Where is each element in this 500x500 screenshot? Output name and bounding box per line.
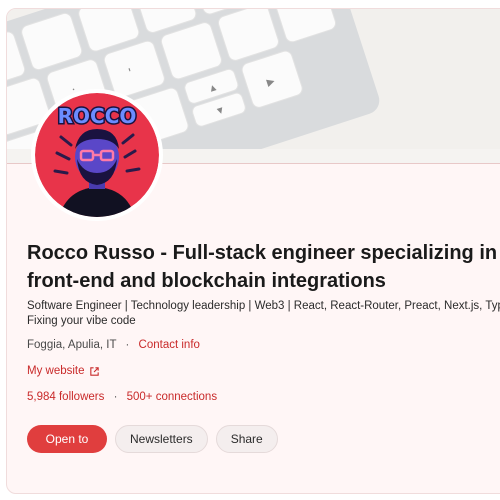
separator-dot: · <box>113 391 118 403</box>
website-label: My website <box>27 365 85 377</box>
followers-link[interactable]: 5,984 followers <box>27 391 104 403</box>
website-link[interactable]: My website <box>27 365 100 377</box>
profile-location: Foggia, Apulia, IT <box>27 339 117 351</box>
external-link-icon <box>89 366 100 377</box>
page: shift L : ' ▲ ▼ ▶ <box>0 0 500 500</box>
profile-avatar[interactable]: ROCCO ROCCO <box>31 89 163 221</box>
profile-actions: Open to Newsletters Share <box>27 425 278 453</box>
profile-headline: Software Engineer | Technology leadershi… <box>27 300 500 327</box>
contact-info-link[interactable]: Contact info <box>139 339 200 351</box>
open-to-button[interactable]: Open to <box>27 425 107 453</box>
connections-link[interactable]: 500+ connections <box>127 391 217 403</box>
newsletters-button[interactable]: Newsletters <box>115 425 208 453</box>
share-button[interactable]: Share <box>215 425 278 453</box>
separator-dot: · <box>125 339 130 351</box>
profile-card: shift L : ' ▲ ▼ ▶ <box>6 8 500 494</box>
network-stats: 5,984 followers · 500+ connections <box>27 391 217 403</box>
location-row: Foggia, Apulia, IT · Contact info <box>27 339 200 351</box>
avatar-logo-text-fill: ROCCO <box>58 104 137 128</box>
profile-name: Rocco Russo - Full-stack engineer specia… <box>27 242 498 292</box>
